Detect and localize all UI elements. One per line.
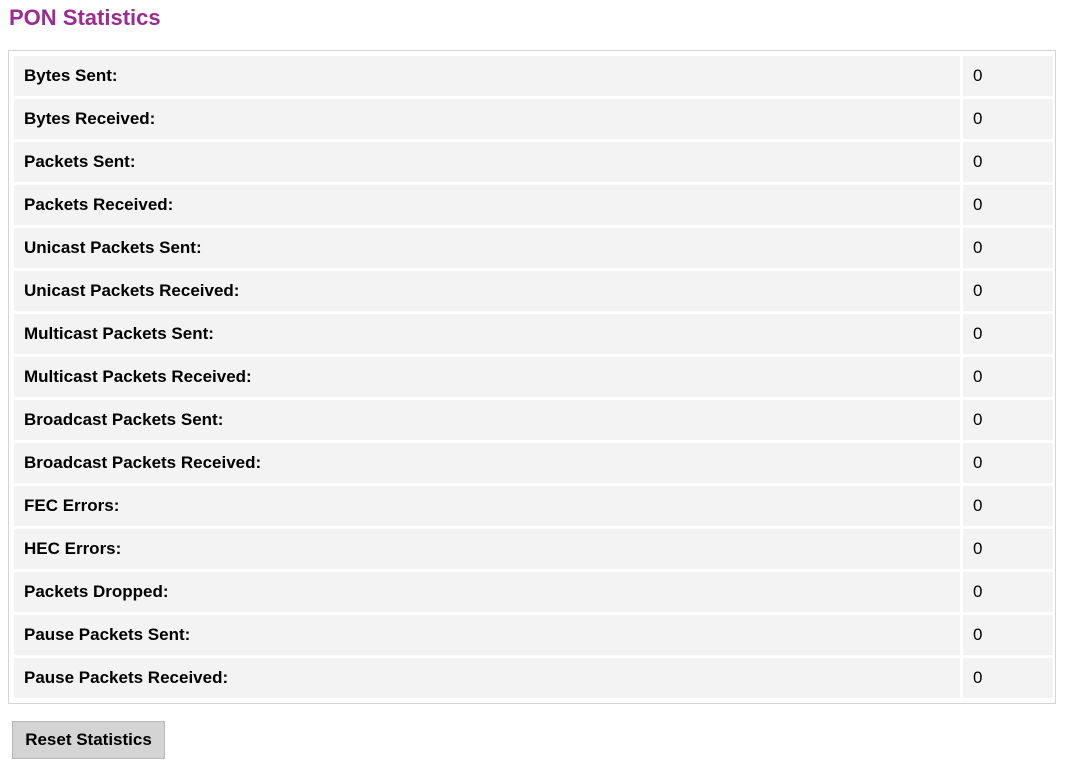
stat-label: Unicast Packets Received:: [14, 271, 963, 311]
stat-value: 0: [963, 443, 1053, 483]
stat-label: Multicast Packets Sent:: [14, 314, 963, 354]
stat-value: 0: [963, 185, 1053, 225]
stat-value: 0: [963, 529, 1053, 569]
stat-label: Packets Sent:: [14, 142, 963, 182]
stat-value: 0: [963, 228, 1053, 268]
stat-value: 0: [963, 486, 1053, 526]
stat-label: Unicast Packets Sent:: [14, 228, 963, 268]
table-row: Pause Packets Sent: 0: [14, 615, 1053, 655]
table-row: Packets Received: 0: [14, 185, 1053, 225]
table-row: Broadcast Packets Received: 0: [14, 443, 1053, 483]
table-row: Packets Dropped: 0: [14, 572, 1053, 612]
reset-statistics-button[interactable]: Reset Statistics: [12, 721, 165, 759]
stat-label: Packets Dropped:: [14, 572, 963, 612]
table-row: HEC Errors: 0: [14, 529, 1053, 569]
stat-value: 0: [963, 400, 1053, 440]
stat-value: 0: [963, 56, 1053, 96]
stat-value: 0: [963, 572, 1053, 612]
stat-value: 0: [963, 615, 1053, 655]
stat-label: Packets Received:: [14, 185, 963, 225]
table-row: Multicast Packets Sent: 0: [14, 314, 1053, 354]
page-title: PON Statistics: [9, 5, 161, 30]
table-row: Broadcast Packets Sent: 0: [14, 400, 1053, 440]
table-row: Bytes Received: 0: [14, 99, 1053, 139]
stat-value: 0: [963, 99, 1053, 139]
table-row: Unicast Packets Received: 0: [14, 271, 1053, 311]
stat-label: Broadcast Packets Sent:: [14, 400, 963, 440]
stat-label: Pause Packets Received:: [14, 658, 963, 698]
stat-value: 0: [963, 357, 1053, 397]
stat-label: Broadcast Packets Received:: [14, 443, 963, 483]
statistics-table: Bytes Sent: 0 Bytes Received: 0 Packets …: [14, 53, 1053, 701]
stat-value: 0: [963, 271, 1053, 311]
stat-value: 0: [963, 142, 1053, 182]
table-row: Pause Packets Received: 0: [14, 658, 1053, 698]
statistics-panel: Bytes Sent: 0 Bytes Received: 0 Packets …: [8, 50, 1056, 704]
stat-label: HEC Errors:: [14, 529, 963, 569]
stat-label: FEC Errors:: [14, 486, 963, 526]
table-row: Bytes Sent: 0: [14, 56, 1053, 96]
stat-value: 0: [963, 658, 1053, 698]
stat-label: Bytes Sent:: [14, 56, 963, 96]
stat-label: Bytes Received:: [14, 99, 963, 139]
stat-label: Pause Packets Sent:: [14, 615, 963, 655]
table-row: Packets Sent: 0: [14, 142, 1053, 182]
table-row: Unicast Packets Sent: 0: [14, 228, 1053, 268]
table-row: FEC Errors: 0: [14, 486, 1053, 526]
stat-value: 0: [963, 314, 1053, 354]
stat-label: Multicast Packets Received:: [14, 357, 963, 397]
table-row: Multicast Packets Received: 0: [14, 357, 1053, 397]
